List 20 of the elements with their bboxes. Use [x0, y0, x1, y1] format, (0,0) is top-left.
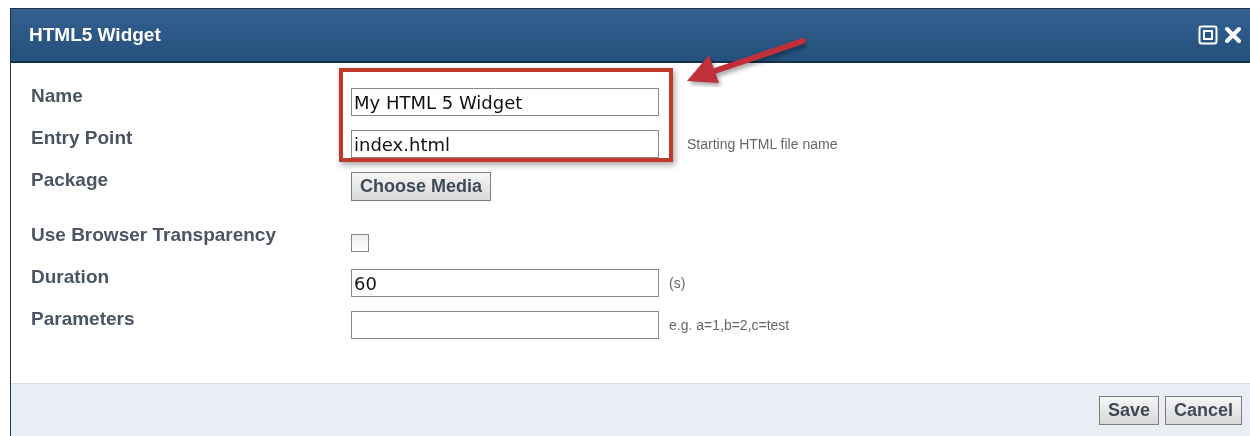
field-label: Name — [31, 84, 84, 107]
dialog-button[interactable]: Cancel — [1164, 395, 1242, 425]
text-field[interactable]: My HTML 5 Widget — [351, 88, 659, 116]
text-field[interactable]: index.html — [351, 130, 659, 158]
dialog-button[interactable]: Save — [1098, 395, 1159, 425]
field-label: Parameters — [31, 307, 136, 330]
text-field[interactable] — [351, 311, 659, 339]
field-hint: e.g. a=1,b=2,c=test — [669, 317, 790, 333]
text-field[interactable]: 60 — [351, 269, 659, 297]
maximize-icon[interactable] — [1198, 25, 1218, 45]
field-label: Duration — [31, 265, 111, 288]
field-label: Package — [31, 168, 110, 191]
field-label: Use Browser Transparency — [31, 223, 277, 246]
field-hint: Starting HTML file name — [687, 136, 838, 152]
field-hint: (s) — [669, 275, 686, 291]
window-title: HTML5 Widget — [29, 24, 162, 46]
field-label: Entry Point — [31, 126, 134, 149]
checkbox[interactable] — [351, 234, 369, 252]
close-icon[interactable] — [1224, 26, 1242, 44]
choose-media-button[interactable]: Choose Media — [351, 171, 492, 201]
